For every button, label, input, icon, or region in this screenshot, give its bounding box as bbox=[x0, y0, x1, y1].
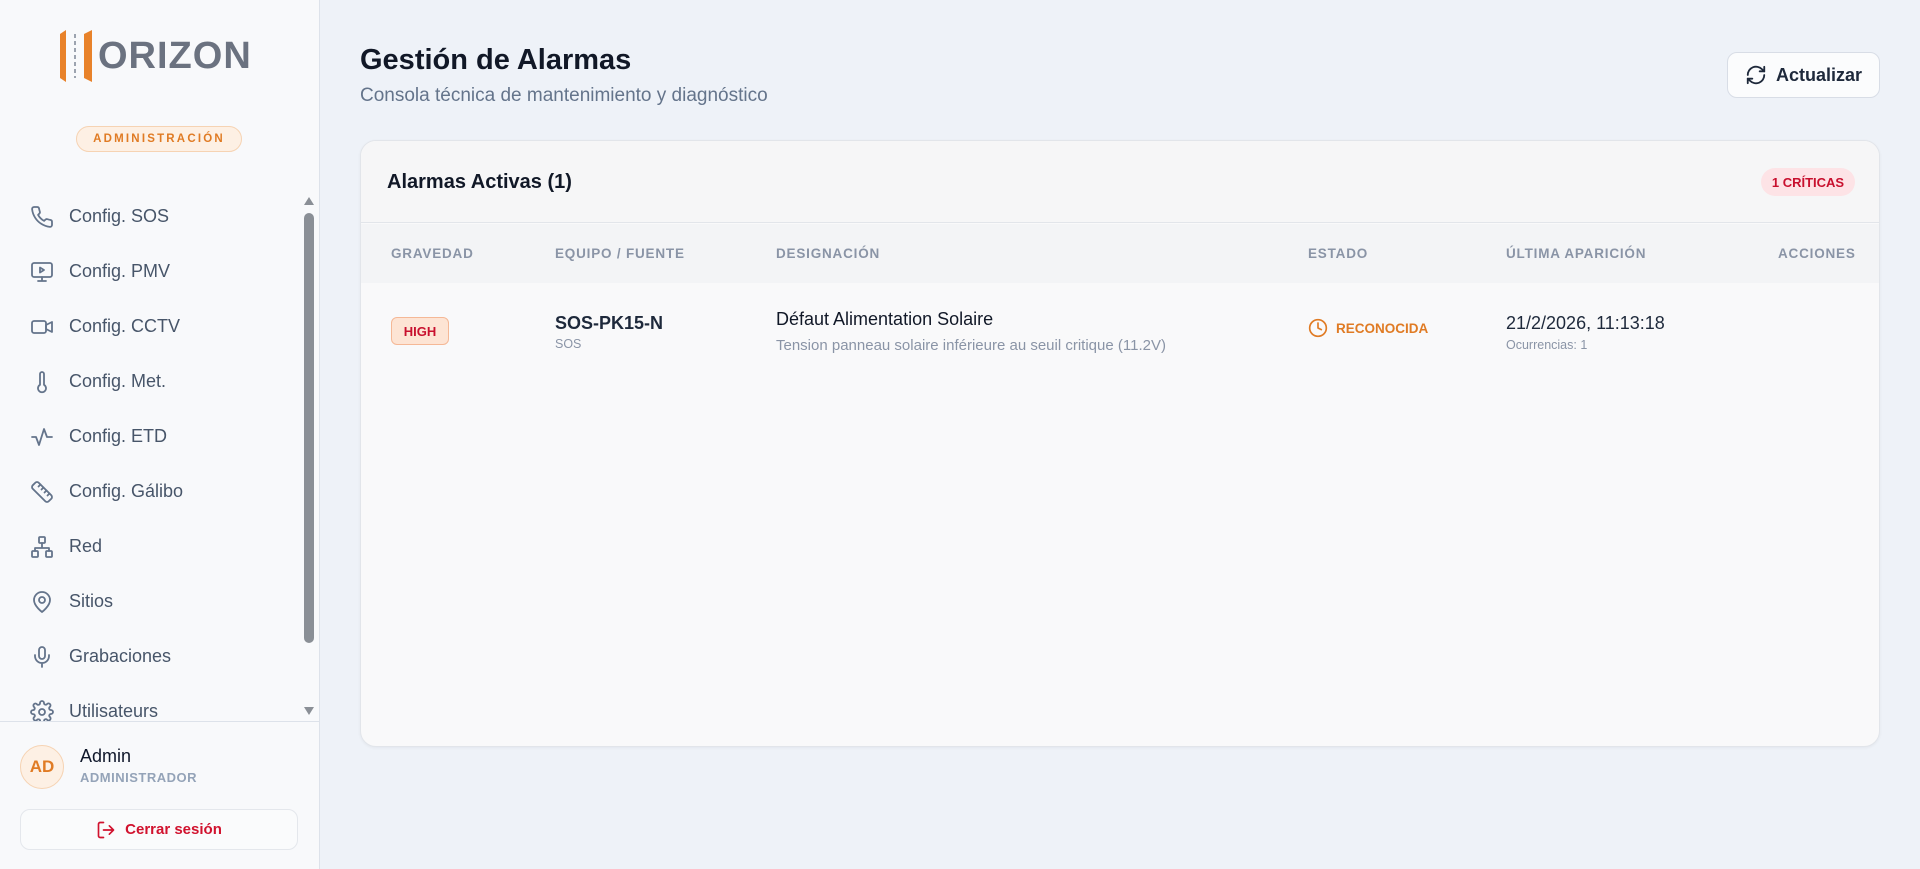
logout-label: Cerrar sesión bbox=[125, 821, 222, 838]
scroll-up-arrow-icon[interactable] bbox=[303, 196, 315, 206]
sidebar-item-label: Red bbox=[69, 536, 103, 556]
sidebar-item-label: Config. PMV bbox=[69, 261, 171, 281]
sidebar-item-config-pmv[interactable]: Config. PMV bbox=[30, 244, 300, 299]
microphone-icon bbox=[34, 645, 50, 668]
sidebar-item-sitios[interactable]: Sitios bbox=[30, 574, 300, 629]
column-header-severity: GRAVEDAD bbox=[391, 246, 474, 261]
page-subtitle: Consola técnica de mantenimiento y diagn… bbox=[360, 85, 768, 106]
logout-icon bbox=[97, 821, 115, 838]
logo: ORIZON bbox=[58, 28, 252, 84]
designation-description: Tension panneau solaire inférieure au se… bbox=[776, 337, 1166, 354]
app-root: ORIZON ADMINISTRACIÓN Config. SOS Config… bbox=[0, 0, 1920, 869]
sidebar-item-label: Config. CCTV bbox=[69, 316, 181, 336]
sidebar-footer: AD Admin ADMINISTRADOR Cerrar sesión bbox=[0, 721, 320, 869]
refresh-button[interactable]: Actualizar bbox=[1727, 52, 1880, 98]
gear-icon bbox=[30, 699, 54, 721]
sidebar-item-config-met[interactable]: Config. Met. bbox=[30, 354, 300, 409]
map-pin-icon bbox=[33, 590, 51, 613]
table-row[interactable]: HIGH SOS-PK15-N SOS Défaut Alimentation … bbox=[361, 283, 1879, 379]
sidebar-nav: Config. SOS Config. PMV Config. CCTV Con… bbox=[30, 189, 300, 721]
sidebar-item-label: Sitios bbox=[69, 591, 114, 611]
video-camera-icon bbox=[31, 319, 53, 334]
sidebar-item-label: Config. ETD bbox=[69, 426, 168, 446]
sidebar: ORIZON ADMINISTRACIÓN Config. SOS Config… bbox=[0, 0, 320, 869]
state-label: RECONOCIDA bbox=[1336, 320, 1429, 336]
logo-mark-icon bbox=[60, 30, 92, 82]
sidebar-item-config-galibo[interactable]: Config. Gálibo bbox=[30, 464, 300, 519]
clock-icon bbox=[1308, 318, 1328, 338]
sidebar-scrollbar-thumb[interactable] bbox=[304, 213, 314, 643]
critical-count-badge: 1 CRÍTICAS bbox=[1761, 168, 1855, 196]
refresh-icon bbox=[1746, 65, 1766, 85]
sidebar-item-label: Config. SOS bbox=[69, 206, 170, 226]
ruler-icon bbox=[31, 480, 53, 503]
severity-badge: HIGH bbox=[391, 317, 449, 345]
activity-pulse-icon bbox=[31, 427, 53, 446]
sidebar-item-label: Grabaciones bbox=[69, 646, 172, 666]
occurrences-count: Ocurrencias: 1 bbox=[1506, 338, 1588, 352]
sidebar-item-label: Config. Gálibo bbox=[69, 481, 184, 501]
equipment-name: SOS-PK15-N bbox=[555, 313, 664, 333]
sidebar-item-config-etd[interactable]: Config. ETD bbox=[30, 409, 300, 464]
monitor-play-icon bbox=[31, 261, 53, 282]
card-header: Alarmas Activas (1) 1 CRÍTICAS bbox=[361, 141, 1879, 223]
column-header-actions: ACCIONES bbox=[1778, 246, 1856, 261]
refresh-label: Actualizar bbox=[1775, 64, 1863, 85]
equipment-source-type: SOS bbox=[555, 337, 582, 351]
column-header-last-seen: ÚLTIMA APARICIÓN bbox=[1506, 246, 1647, 261]
sidebar-item-grabaciones[interactable]: Grabaciones bbox=[30, 629, 300, 684]
column-header-designation: DESIGNACIÓN bbox=[776, 246, 881, 261]
thermometer-icon bbox=[37, 370, 47, 393]
last-seen-date: 21/2/2026, 11:13:18 bbox=[1506, 313, 1665, 333]
sidebar-item-label: Utilisateurs bbox=[69, 701, 159, 721]
user-role: ADMINISTRADOR bbox=[80, 770, 197, 785]
designation-title: Défaut Alimentation Solaire bbox=[776, 309, 994, 329]
sidebar-item-config-sos[interactable]: Config. SOS bbox=[30, 189, 300, 244]
network-icon bbox=[31, 535, 53, 558]
logout-button[interactable]: Cerrar sesión bbox=[20, 809, 298, 850]
sidebar-item-red[interactable]: Red bbox=[30, 519, 300, 574]
sidebar-item-utilisateurs[interactable]: Utilisateurs bbox=[30, 684, 300, 721]
logo-text: ORIZON bbox=[98, 34, 252, 77]
scroll-down-arrow-icon[interactable] bbox=[303, 706, 315, 716]
table-header: GRAVEDAD EQUIPO / FUENTE DESIGNACIÓN EST… bbox=[361, 224, 1879, 283]
sidebar-item-config-cctv[interactable]: Config. CCTV bbox=[30, 299, 300, 354]
role-badge: ADMINISTRACIÓN bbox=[76, 126, 242, 152]
user-name: Admin bbox=[80, 746, 132, 766]
state-indicator: RECONOCIDA bbox=[1308, 318, 1428, 338]
column-header-equipment: EQUIPO / FUENTE bbox=[555, 246, 685, 261]
page-title: Gestión de Alarmas bbox=[360, 44, 632, 76]
card-title: Alarmas Activas (1) bbox=[387, 171, 572, 193]
sidebar-item-label: Config. Met. bbox=[69, 371, 167, 391]
phone-icon bbox=[31, 205, 53, 228]
column-header-state: ESTADO bbox=[1308, 246, 1369, 261]
avatar: AD bbox=[20, 745, 64, 789]
active-alarms-card: Alarmas Activas (1) 1 CRÍTICAS GRAVEDAD … bbox=[360, 140, 1880, 747]
